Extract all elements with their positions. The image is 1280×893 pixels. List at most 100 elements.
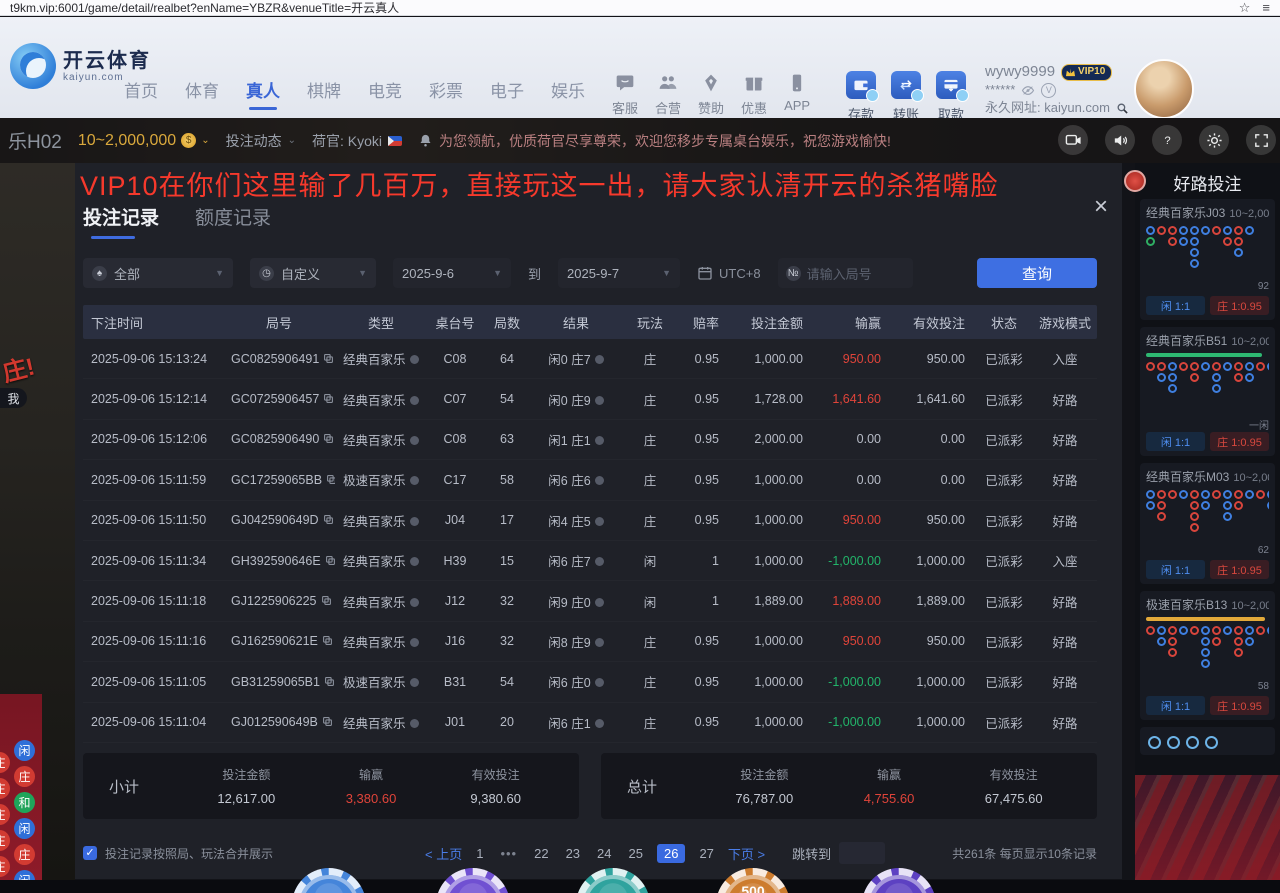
copy-icon[interactable]	[325, 555, 335, 566]
road-card-progress	[1146, 617, 1265, 621]
nav-item-2[interactable]: 真人	[246, 77, 280, 112]
table-limit[interactable]: 10~2,000,000 $ ⌄	[78, 132, 210, 150]
bet-chip-0[interactable]	[292, 868, 366, 893]
cell-type: 经典百家乐	[335, 592, 427, 611]
settings-icon[interactable]	[1199, 125, 1229, 155]
page-button-26[interactable]: 26	[657, 844, 685, 863]
road-bead	[1234, 626, 1243, 635]
player-bet-button[interactable]: 闲 1:1	[1146, 560, 1205, 579]
partial-roadmap	[1146, 732, 1269, 753]
copy-icon[interactable]	[323, 393, 334, 404]
road-bead	[1245, 226, 1254, 235]
player-bet-button[interactable]: 闲 1:1	[1146, 696, 1205, 715]
nav-item-4[interactable]: 电竞	[368, 77, 402, 112]
page-button-23[interactable]: 23	[563, 845, 583, 862]
search-button[interactable]: 查询	[977, 258, 1097, 288]
nav-item-3[interactable]: 棋牌	[307, 77, 341, 112]
date-from-picker[interactable]: 2025-9-6▼	[393, 258, 511, 288]
road-bead	[1201, 637, 1210, 646]
wallet-link-transfer[interactable]: 转账	[891, 71, 921, 123]
cell-rounds: 17	[483, 513, 531, 527]
avatar[interactable]	[1134, 59, 1194, 119]
player-bet-button[interactable]: 闲 1:1	[1146, 432, 1205, 451]
quick-link-partner[interactable]: 合营	[655, 73, 681, 117]
quick-link-promo[interactable]: 优惠	[741, 73, 767, 117]
next-page-button[interactable]: 下页 >	[728, 844, 765, 863]
page-button-24[interactable]: 24	[594, 845, 614, 862]
tab-0[interactable]: 投注记录	[83, 203, 159, 239]
quick-link-sponsor[interactable]: 赞助	[698, 73, 724, 117]
road-card-1[interactable]: 经典百家乐B5110~2,000,000一闲闲 1:1庄 1:0.95	[1140, 327, 1275, 456]
copy-icon[interactable]	[323, 353, 334, 364]
fullscreen-icon[interactable]	[1246, 125, 1276, 155]
wallet-link-withdraw[interactable]: 取款	[936, 71, 966, 123]
cell-status: 已派彩	[975, 713, 1033, 732]
nav-item-7[interactable]: 娱乐	[551, 77, 585, 112]
road-card-partial[interactable]	[1140, 727, 1275, 755]
copy-icon[interactable]	[323, 514, 334, 525]
banker-bet-button[interactable]: 庄 1:0.95	[1210, 560, 1269, 579]
nav-item-1[interactable]: 体育	[185, 77, 219, 112]
close-icon[interactable]: ×	[1094, 196, 1108, 218]
bookmark-star-icon[interactable]: ☆	[1239, 2, 1251, 14]
me-badge[interactable]: 我	[0, 388, 27, 408]
permanent-url[interactable]: 永久网址: kaiyun.com	[985, 99, 1110, 117]
road-card-name: 极速百家乐B13	[1146, 596, 1227, 613]
subtotal-box: 小计 投注金额12,617.00 输赢3,380.60 有效投注9,380.60	[83, 753, 579, 819]
quick-link-support[interactable]: 客服	[612, 73, 638, 117]
bet-feed-toggle[interactable]: 投注动态 ⌄	[226, 131, 296, 151]
copy-icon[interactable]	[321, 595, 332, 606]
search-icon[interactable]	[1116, 102, 1129, 115]
eye-icon[interactable]	[1021, 85, 1035, 96]
road-card-2[interactable]: 经典百家乐M0310~2,000,00062闲 1:1庄 1:0.95	[1140, 463, 1275, 584]
video-icon[interactable]	[1058, 125, 1088, 155]
wallet-link-deposit[interactable]: 存款	[846, 71, 876, 123]
quick-link-app[interactable]: APP	[784, 73, 810, 117]
nav-item-0[interactable]: 首页	[124, 77, 158, 112]
merge-checkbox[interactable]: ✓	[83, 846, 97, 860]
help-icon[interactable]: ?	[1152, 125, 1182, 155]
cell-bet: 1,889.00	[729, 594, 813, 608]
copy-icon[interactable]	[326, 474, 335, 485]
speaker-icon[interactable]	[1105, 125, 1135, 155]
copy-icon[interactable]	[324, 676, 335, 687]
banker-bet-button[interactable]: 庄 1:0.95	[1210, 296, 1269, 315]
tab-1[interactable]: 额度记录	[195, 203, 271, 239]
page-button-27[interactable]: 27	[696, 845, 716, 862]
date-to-picker[interactable]: 2025-9-7▼	[558, 258, 680, 288]
browser-menu-icon[interactable]: ≡	[1262, 2, 1270, 14]
cell-result: 闲6 庄7	[531, 551, 621, 570]
player-bet-button[interactable]: 闲 1:1	[1146, 296, 1205, 315]
copy-icon[interactable]	[322, 635, 333, 646]
page-button-25[interactable]: 25	[626, 845, 646, 862]
road-bead	[1234, 362, 1243, 371]
nav-item-5[interactable]: 彩票	[429, 77, 463, 112]
copy-icon[interactable]	[322, 716, 333, 727]
username[interactable]: wywy9999	[985, 63, 1055, 81]
bet-chip-3[interactable]: 500	[716, 868, 790, 893]
banker-bet-button[interactable]: 庄 1:0.95	[1210, 432, 1269, 451]
road-bead	[1245, 637, 1254, 646]
time-range-dropdown[interactable]: ◷ 自定义▼	[250, 258, 376, 288]
timezone: UTC+8	[697, 265, 761, 281]
bet-chip-1[interactable]	[436, 868, 510, 893]
nav-item-6[interactable]: 电子	[490, 77, 524, 112]
road-card-0[interactable]: 经典百家乐J0310~2,000,00092闲 1:1庄 1:0.95	[1140, 199, 1275, 320]
bet-chip-2[interactable]	[576, 868, 650, 893]
road-card-note: 一闲	[1146, 417, 1269, 429]
page-url[interactable]: t9km.vip:6001/game/detail/realbet?enName…	[10, 0, 1227, 16]
bet-chip-4[interactable]	[862, 868, 936, 893]
cell-bet: 1,000.00	[729, 513, 813, 527]
page-button-22[interactable]: 22	[531, 845, 551, 862]
copy-icon[interactable]	[323, 433, 334, 444]
page-button-1[interactable]: 1	[473, 845, 486, 862]
cell-mode: 入座	[1033, 551, 1097, 570]
banker-bet-button[interactable]: 庄 1:0.95	[1210, 696, 1269, 715]
jump-input[interactable]	[839, 842, 885, 864]
verify-icon: V	[1041, 83, 1056, 98]
road-bead	[1234, 637, 1243, 646]
road-card-3[interactable]: 极速百家乐B1310~2,000,00058闲 1:1庄 1:0.95	[1140, 591, 1275, 720]
prev-page-button[interactable]: < 上页	[425, 844, 462, 863]
game-type-dropdown[interactable]: ♠ 全部▼	[83, 258, 233, 288]
round-number-input[interactable]: № 请输入局号	[778, 258, 913, 288]
